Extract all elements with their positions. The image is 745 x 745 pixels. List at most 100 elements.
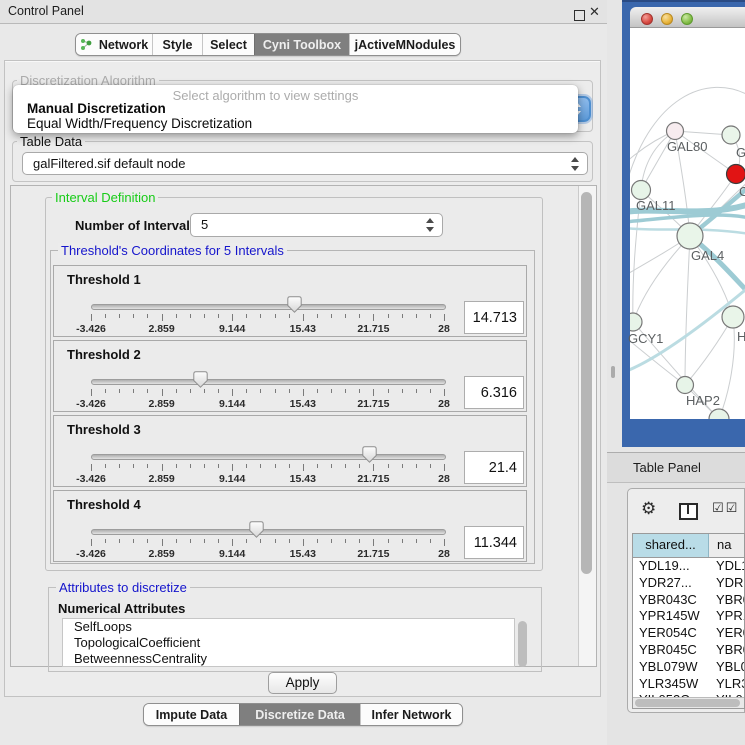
threshold-slider-thumb[interactable] xyxy=(249,521,264,538)
checkbox-icons[interactable]: ☑☑ xyxy=(712,501,739,516)
tick-mark xyxy=(402,464,403,468)
network-node-partial-node[interactable] xyxy=(709,409,729,419)
tick-mark xyxy=(190,314,191,318)
numerical-attributes-list[interactable]: SelfLoopsTopologicalCoefficientBetweenne… xyxy=(62,618,515,667)
table-row[interactable]: YLR345WYLR3 xyxy=(633,676,744,693)
threshold-slider-thumb[interactable] xyxy=(193,371,208,388)
zoom-traffic-light[interactable] xyxy=(681,13,693,25)
network-canvas[interactable] xyxy=(630,28,745,419)
network-window-titlebar[interactable] xyxy=(630,7,745,28)
network-node-hap2[interactable] xyxy=(677,377,694,394)
table-data-combo[interactable]: galFiltered.sif default node xyxy=(22,152,588,175)
tick-mark xyxy=(218,389,219,393)
gear-icon[interactable]: ⚙ xyxy=(641,499,656,519)
tick-mark xyxy=(345,314,346,318)
tab-label: Cyni Toolbox xyxy=(263,38,341,52)
network-node-gal4[interactable] xyxy=(677,223,703,249)
node-attribute-table[interactable]: shared... na YDL19...YDL1YDR27...YDR2YBR… xyxy=(632,533,745,709)
tick-mark xyxy=(105,464,106,468)
algorithm-option[interactable]: Manual Discretization xyxy=(16,101,575,116)
tick-mark xyxy=(162,539,163,546)
cell-shared-name: YDL19... xyxy=(633,558,709,575)
tick-mark xyxy=(430,539,431,543)
number-of-intervals-value: 5 xyxy=(201,217,208,232)
tab-cyni-toolbox[interactable]: Cyni Toolbox xyxy=(254,34,349,55)
threshold-value-field[interactable] xyxy=(464,451,524,484)
tab-style[interactable]: Style xyxy=(152,34,202,55)
threshold-slider-track[interactable] xyxy=(91,529,446,535)
tick-label: 9.144 xyxy=(219,398,245,410)
network-node-gal11[interactable] xyxy=(632,181,651,200)
threshold-panel: Threshold 1-3.4262.8599.14415.4321.71528 xyxy=(53,265,527,337)
table-row[interactable]: YBL079WYBL0 xyxy=(633,659,744,676)
network-node-ga[interactable] xyxy=(722,126,740,144)
network-node-h[interactable] xyxy=(722,306,744,328)
tick-mark xyxy=(275,464,276,468)
slider-ticks xyxy=(91,389,444,397)
tick-mark xyxy=(416,389,417,393)
table-row[interactable]: YER054CYER0 xyxy=(633,625,744,642)
table-row[interactable]: YDR27...YDR2 xyxy=(633,575,744,592)
tick-mark xyxy=(444,464,445,471)
attributes-box-title: Attributes to discretize xyxy=(56,580,190,595)
tick-mark xyxy=(190,539,191,543)
table-hscrollbar-thumb[interactable] xyxy=(635,699,740,707)
table-row[interactable]: YBR043CYBR0 xyxy=(633,592,744,609)
number-of-intervals-combo[interactable]: 5 xyxy=(190,213,443,237)
threshold-slider-thumb[interactable] xyxy=(287,296,302,313)
tick-mark xyxy=(176,539,177,543)
network-node-c[interactable] xyxy=(727,165,745,184)
table-row[interactable]: YDL19...YDL1 xyxy=(633,558,744,575)
tick-label: 15.43 xyxy=(290,473,316,485)
tab-network[interactable]: Network xyxy=(76,34,152,55)
threshold-label: Threshold 4 xyxy=(67,497,141,512)
tick-label: 15.43 xyxy=(290,323,316,335)
threshold-slider-track[interactable] xyxy=(91,454,446,460)
node-label-h: H xyxy=(737,329,745,344)
network-node-gcy1[interactable] xyxy=(630,313,642,331)
tab-label: Select xyxy=(210,38,247,52)
threshold-slider-track[interactable] xyxy=(91,379,446,385)
column-header-shared-name[interactable]: shared... xyxy=(633,534,709,557)
apply-button[interactable]: Apply xyxy=(268,672,337,694)
network-graph xyxy=(630,28,745,419)
tab-jactivemnodules[interactable]: jActiveMNodules xyxy=(349,34,460,55)
tick-label: 28 xyxy=(438,473,450,485)
tick-mark xyxy=(416,464,417,468)
tick-label: 2.859 xyxy=(148,398,174,410)
threshold-slider-thumb[interactable] xyxy=(362,446,377,463)
tick-mark xyxy=(204,464,205,468)
attribute-list-item[interactable]: BetweennessCentrality xyxy=(63,651,514,667)
close-traffic-light[interactable] xyxy=(641,13,653,25)
threshold-value-field[interactable] xyxy=(464,526,524,559)
table-row[interactable]: YBR045CYBR0 xyxy=(633,642,744,659)
cell-shared-name: YER054C xyxy=(633,625,709,642)
threshold-value-field[interactable] xyxy=(464,301,524,334)
cell-name: YPR1 xyxy=(709,608,744,625)
tab-discretize-data[interactable]: Discretize Data xyxy=(239,704,360,725)
attributes-list-scrollbar[interactable] xyxy=(518,621,527,667)
scroll-pane-vscrollbar-thumb[interactable] xyxy=(581,192,592,574)
tab-select[interactable]: Select xyxy=(202,34,254,55)
tick-mark xyxy=(133,464,134,468)
tick-mark xyxy=(359,539,360,543)
algorithm-option[interactable]: Equal Width/Frequency Discretization xyxy=(16,116,575,131)
tab-impute-data[interactable]: Impute Data xyxy=(144,704,239,725)
attribute-list-item[interactable]: TopologicalCoefficient xyxy=(63,635,514,651)
attribute-list-item[interactable]: SelfLoops xyxy=(63,619,514,635)
tab-infer-network[interactable]: Infer Network xyxy=(360,704,462,725)
tick-mark xyxy=(133,314,134,318)
panel-splitter-handle[interactable] xyxy=(611,366,615,378)
tick-mark xyxy=(444,539,445,546)
threshold-value-field[interactable] xyxy=(464,376,524,409)
column-header-name[interactable]: na xyxy=(709,534,744,557)
float-icon[interactable] xyxy=(574,10,585,21)
tick-mark xyxy=(331,314,332,318)
columns-icon[interactable] xyxy=(679,503,698,520)
minimize-traffic-light[interactable] xyxy=(661,13,673,25)
close-icon[interactable]: ✕ xyxy=(589,5,600,20)
slider-ticks xyxy=(91,314,444,322)
table-row[interactable]: YPR145WYPR1 xyxy=(633,608,744,625)
threshold-slider-track[interactable] xyxy=(91,304,446,310)
network-node-gal80[interactable] xyxy=(667,123,684,140)
